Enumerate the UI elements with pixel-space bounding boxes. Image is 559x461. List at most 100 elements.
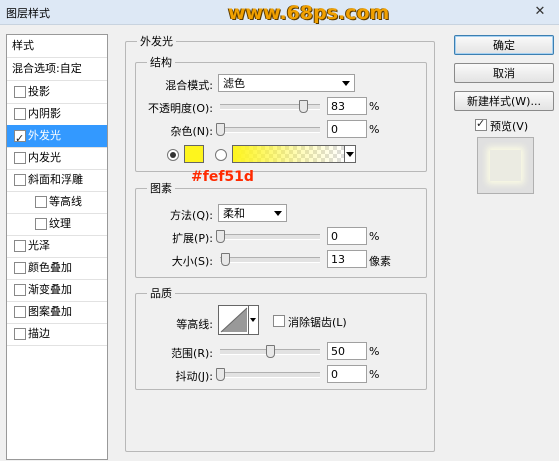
spread-value: 0: [331, 230, 338, 243]
opacity-slider[interactable]: [220, 100, 320, 113]
contour-preview[interactable]: [218, 305, 250, 335]
bevel-emboss-checkbox[interactable]: [14, 174, 26, 186]
antialias-checkbox[interactable]: [273, 315, 285, 327]
method-select[interactable]: 柔和: [218, 204, 287, 222]
opacity-unit: %: [369, 100, 380, 113]
preview-checkbox[interactable]: [475, 117, 487, 131]
styles-header[interactable]: 样式: [7, 35, 107, 58]
contour-label: 等高线:: [176, 318, 213, 331]
elements-title: 图素: [147, 180, 175, 196]
noise-label: 杂色(N):: [170, 125, 213, 138]
contour-checkbox[interactable]: [35, 196, 47, 208]
size-value: 13: [331, 253, 345, 266]
opacity-label: 不透明度(O):: [148, 102, 213, 115]
opacity-slider-thumb[interactable]: [299, 100, 308, 113]
size-slider[interactable]: [220, 253, 320, 266]
style-item-bevel-emboss[interactable]: 斜面和浮雕: [7, 169, 107, 192]
style-item-satin[interactable]: 光泽: [7, 235, 107, 258]
style-item-pattern-overlay[interactable]: 图案叠加: [7, 301, 107, 324]
range-slider-thumb[interactable]: [266, 345, 275, 358]
style-item-inner-glow[interactable]: 内发光: [7, 147, 107, 170]
gradient-overlay-checkbox[interactable]: [14, 284, 26, 296]
style-item-outer-glow[interactable]: 外发光: [7, 125, 107, 150]
pattern-overlay-checkbox[interactable]: [14, 306, 26, 318]
style-item-label: 斜面和浮雕: [28, 173, 83, 186]
style-item-texture[interactable]: 纹理: [7, 213, 107, 236]
inner-shadow-checkbox[interactable]: [14, 108, 26, 120]
size-slider-thumb[interactable]: [221, 253, 231, 266]
stroke-checkbox[interactable]: [14, 328, 26, 340]
chevron-down-icon: [346, 152, 354, 157]
solid-color-radio[interactable]: [167, 149, 179, 161]
styles-header-label: 样式: [12, 39, 34, 52]
noise-slider[interactable]: [216, 123, 320, 136]
style-item-contour[interactable]: 等高线: [7, 191, 107, 214]
color-annotation: #fef51d: [191, 169, 254, 185]
contour-dropdown[interactable]: [248, 305, 259, 335]
style-item-drop-shadow[interactable]: 投影: [7, 81, 107, 104]
style-item-label: 外发光: [28, 129, 61, 142]
style-item-label: 光泽: [28, 239, 50, 252]
size-label: 大小(S):: [171, 255, 213, 268]
linear-contour-icon: [220, 307, 248, 333]
style-item-gradient-overlay[interactable]: 渐变叠加: [7, 279, 107, 302]
opacity-input[interactable]: 83: [327, 97, 367, 115]
style-item-color-overlay[interactable]: 颜色叠加: [7, 257, 107, 280]
noise-input[interactable]: 0: [327, 120, 367, 138]
close-icon[interactable]: ✕: [530, 3, 550, 20]
style-item-label: 内发光: [28, 151, 61, 164]
range-unit: %: [369, 345, 380, 358]
style-item-label: 图案叠加: [28, 305, 72, 318]
style-preview-thumbnail: [477, 137, 534, 194]
size-unit: 像素: [369, 255, 391, 268]
outer-glow-checkbox[interactable]: [14, 128, 26, 150]
jitter-slider-thumb[interactable]: [216, 368, 225, 381]
cancel-button[interactable]: 取消: [454, 63, 554, 83]
range-label: 范围(R):: [171, 347, 213, 360]
jitter-label: 抖动(J):: [175, 370, 213, 383]
spread-slider[interactable]: [216, 230, 320, 243]
range-value: 50: [331, 345, 345, 358]
drop-shadow-checkbox[interactable]: [14, 86, 26, 98]
texture-checkbox[interactable]: [35, 218, 47, 230]
style-item-stroke[interactable]: 描边: [7, 323, 107, 346]
range-slider[interactable]: [220, 345, 320, 358]
blend-mode-select[interactable]: 滤色: [218, 74, 355, 92]
gradient-radio[interactable]: [215, 149, 227, 161]
noise-slider-thumb[interactable]: [216, 123, 225, 136]
chevron-down-icon: [274, 211, 282, 216]
jitter-slider[interactable]: [216, 368, 320, 381]
style-item-label: 颜色叠加: [28, 261, 72, 274]
blend-mode-label: 混合模式:: [165, 79, 213, 92]
style-item-label: 等高线: [49, 195, 82, 208]
chevron-down-icon: [250, 318, 256, 322]
preview-glow-square: [490, 150, 521, 181]
style-item-inner-shadow[interactable]: 内阴影: [7, 103, 107, 126]
new-style-button[interactable]: 新建样式(W)...: [454, 91, 554, 111]
styles-list: 样式 混合选项:自定 投影 内阴影 外发光 内发光 斜面和浮雕 等高线 纹理 光…: [6, 34, 108, 460]
range-input[interactable]: 50: [327, 342, 367, 360]
color-overlay-checkbox[interactable]: [14, 262, 26, 274]
structure-title: 结构: [147, 54, 175, 70]
size-input[interactable]: 13: [327, 250, 367, 268]
chevron-down-icon: [342, 81, 350, 86]
blend-options-item[interactable]: 混合选项:自定: [7, 58, 107, 81]
jitter-unit: %: [369, 368, 380, 381]
antialias-label: 消除锯齿(L): [288, 316, 347, 329]
outer-glow-title: 外发光: [137, 33, 176, 49]
window-title: 图层样式: [6, 7, 50, 20]
gradient-dropdown[interactable]: [344, 145, 356, 163]
spread-label: 扩展(P):: [172, 232, 213, 245]
spread-input[interactable]: 0: [327, 227, 367, 245]
gradient-swatch[interactable]: [232, 145, 346, 163]
satin-checkbox[interactable]: [14, 240, 26, 252]
spread-slider-thumb[interactable]: [216, 230, 225, 243]
inner-glow-checkbox[interactable]: [14, 152, 26, 164]
style-item-label: 描边: [28, 327, 50, 340]
ok-button[interactable]: 确定: [454, 35, 554, 55]
opacity-value: 83: [331, 100, 345, 113]
style-item-label: 投影: [28, 85, 50, 98]
method-label: 方法(Q):: [170, 209, 213, 222]
jitter-input[interactable]: 0: [327, 365, 367, 383]
glow-color-swatch[interactable]: [184, 145, 204, 163]
